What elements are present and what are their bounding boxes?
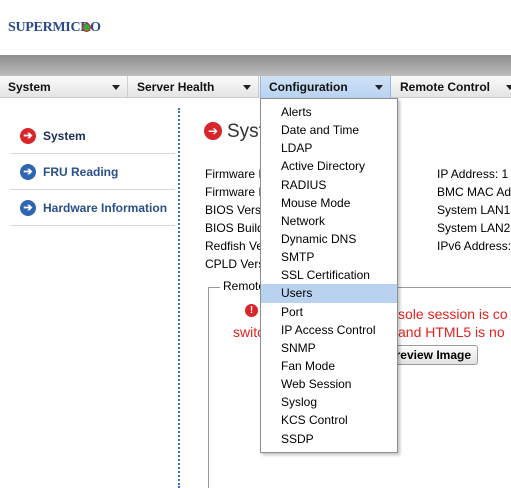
chevron-down-icon [375,85,383,90]
sidebar-item-label: Hardware Information [43,200,168,215]
sidebar-item-fru-reading[interactable]: ➔ FRU Reading [10,154,175,190]
bmc-mac-address-label: BMC MAC Ad [437,185,511,199]
menu-item-ip-access-control[interactable]: IP Access Control [261,321,397,339]
menu-item-network[interactable]: Network [261,212,397,230]
menu-item-fan-mode[interactable]: Fan Mode [261,357,397,375]
firmware-build-time-label: Firmware I [205,185,262,199]
menu-item-users[interactable]: Users [261,284,397,303]
logo-dot-icon [82,23,91,32]
bios-build-time-label: BIOS Build [205,221,264,235]
nav-remote-control-label: Remote Control [400,80,490,94]
menu-item-web-session[interactable]: Web Session [261,375,397,393]
arrow-right-circle-icon: ➔ [20,199,36,216]
nav-system[interactable]: System [0,76,128,98]
menu-item-syslog[interactable]: Syslog [261,393,397,411]
sidebar-divider [178,108,180,488]
supermicro-logo: SUPERMICRO [6,10,101,42]
system-lan2-label: System LAN2 [437,221,511,235]
arrow-right-circle-icon: ➔ [204,122,222,140]
chevron-down-icon [112,85,120,90]
menu-item-mouse-mode[interactable]: Mouse Mode [261,194,397,212]
page-title: Syst [227,121,264,142]
sidebar: ➔ System ➔ FRU Reading ➔ Hardware Inform… [10,118,175,226]
menu-item-smtp[interactable]: SMTP [261,248,397,266]
arrow-right-circle-icon: ➔ [20,127,36,144]
nav-remote-control[interactable]: Remote Control [392,76,511,98]
chevron-down-icon [243,85,251,90]
menu-item-port[interactable]: Port [261,303,397,321]
arrow-right-circle-icon: ➔ [20,163,36,180]
menu-item-ldap[interactable]: LDAP [261,139,397,157]
menu-item-ssdp[interactable]: SSDP [261,430,397,448]
top-nav-bar: System Server Health Configuration Remot… [0,76,511,98]
sidebar-item-label: FRU Reading [43,164,119,179]
warning-text-line2-suffix: and HTML5 is no [398,324,505,340]
bmc-web-page: SUPERMICRO System Server Health Configur… [0,0,511,488]
menu-item-radius[interactable]: RADIUS [261,176,397,194]
menu-item-ssl-certification[interactable]: SSL Certification [261,266,397,284]
firmware-revision-label: Firmware I [205,167,262,181]
menu-item-date-and-time[interactable]: Date and Time [261,121,397,139]
menu-item-kcs-control[interactable]: KCS Control [261,411,397,429]
sidebar-item-hardware-information[interactable]: ➔ Hardware Information [10,190,175,226]
menu-item-alerts[interactable]: Alerts [261,103,397,121]
warning-text-line1: sole session is co [398,306,508,322]
nav-server-health[interactable]: Server Health [129,76,259,98]
nav-system-label: System [8,80,51,94]
menu-item-active-directory[interactable]: Active Directory [261,157,397,175]
ip-address-label: IP Address: 1 [437,167,509,181]
menu-item-snmp[interactable]: SNMP [261,339,397,357]
system-lan1-label: System LAN1 [437,203,511,217]
cpld-version-label: CPLD Vers [205,257,265,271]
sidebar-item-label: System [43,128,86,143]
warning-icon: ! [245,304,258,317]
menu-item-dynamic-dns[interactable]: Dynamic DNS [261,230,397,248]
bios-version-label: BIOS Versi [205,203,264,217]
chevron-down-icon [506,85,511,90]
nav-configuration-label: Configuration [269,80,348,94]
sidebar-item-system[interactable]: ➔ System [10,118,175,154]
nav-server-health-label: Server Health [137,80,215,94]
header-band [0,55,511,76]
ipv6-address-label: IPv6 Address: [437,239,511,253]
redfish-version-label: Redfish Ve [205,239,264,253]
nav-configuration[interactable]: Configuration [260,76,391,98]
configuration-dropdown-menu: Alerts Date and Time LDAP Active Directo… [260,98,398,453]
